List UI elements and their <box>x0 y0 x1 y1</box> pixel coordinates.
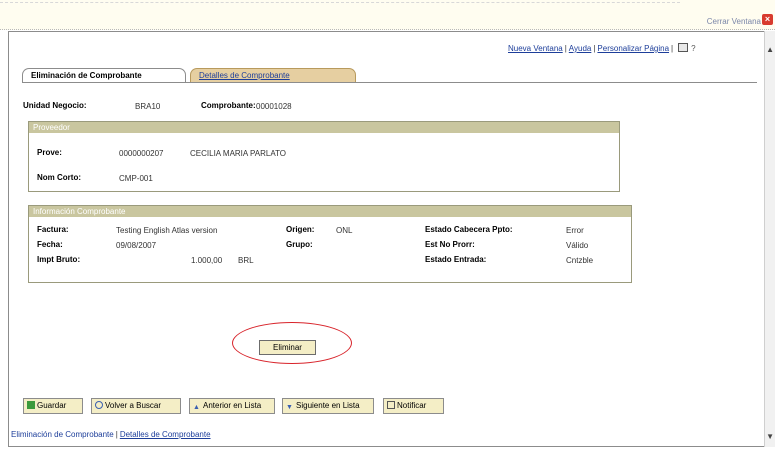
previous-in-list-label: Anterior en Lista <box>203 401 262 410</box>
close-icon[interactable]: × <box>762 14 773 25</box>
date-value: 09/08/2007 <box>116 241 157 250</box>
back-to-search-label: Volver a Buscar <box>105 401 162 410</box>
save-icon <box>27 401 35 409</box>
invoice-label: Factura: <box>37 225 69 234</box>
entry-status-value: Cntzble <box>566 256 594 265</box>
scroll-down-arrow-icon[interactable]: ▼ <box>766 432 774 441</box>
budget-header-status-value: Error <box>566 226 584 235</box>
scroll-up-arrow-icon[interactable]: ▲ <box>766 45 774 54</box>
provider-group-title: Proveedor <box>29 122 619 133</box>
provider-label: Prove: <box>37 148 62 157</box>
origin-value: ONL <box>336 226 353 235</box>
save-button[interactable]: Guardar <box>23 398 83 414</box>
provider-group: Proveedor <box>28 121 620 192</box>
origin-label: Origen: <box>286 225 315 234</box>
previous-in-list-button[interactable]: ▲ Anterior en Lista <box>189 398 275 414</box>
window-topbar: Cerrar Ventana × <box>0 0 775 30</box>
business-unit-label: Unidad Negocio: <box>23 101 87 110</box>
footer-voucher-details-link[interactable]: Detalles de Comprobante <box>120 430 211 439</box>
no-prorate-status-value: Válido <box>566 241 589 250</box>
provider-name: CECILIA MARIA PARLATO <box>190 149 287 158</box>
next-in-list-button[interactable]: ▼ Siguiente en Lista <box>282 398 374 414</box>
help-icon[interactable]: ? <box>691 44 697 53</box>
notify-icon <box>387 401 395 409</box>
tab-voucher-details[interactable]: Detalles de Comprobante <box>190 68 356 83</box>
group-label: Grupo: <box>286 240 313 249</box>
print-icon[interactable] <box>678 43 689 52</box>
voucher-label: Comprobante: <box>201 101 256 110</box>
provider-id: 0000000207 <box>119 149 164 158</box>
new-window-link[interactable]: Nueva Ventana <box>508 44 563 53</box>
no-prorate-status-label: Est No Prorr: <box>425 240 475 249</box>
footer-current-page: Eliminación de Comprobante <box>11 430 114 439</box>
gross-amount-value: 1.000,00 <box>191 256 223 265</box>
tab-underline <box>22 82 757 83</box>
browser-window: Cerrar Ventana × ▲ ▼ Nueva Ventana | Ayuda… <box>0 0 775 454</box>
separator: | <box>671 44 674 53</box>
next-in-list-label: Siguiente en Lista <box>296 401 360 410</box>
entry-status-label: Estado Entrada: <box>425 255 487 264</box>
help-link[interactable]: Ayuda <box>569 44 592 53</box>
top-links: Nueva Ventana | Ayuda | Personalizar Página |… <box>508 43 697 53</box>
notify-button[interactable]: Notificar <box>383 398 444 414</box>
arrow-down-icon: ▼ <box>286 404 293 411</box>
tab-delete-voucher[interactable]: Eliminación de Comprobante <box>22 68 186 83</box>
notify-label: Notificar <box>397 401 427 410</box>
arrow-up-icon: ▲ <box>193 404 200 411</box>
footer-links: Eliminación de Comprobante | Detalles de C… <box>11 430 211 439</box>
invoice-value: Testing English Atlas version <box>116 226 218 235</box>
budget-header-status-label: Estado Cabecera Ppto: <box>425 225 513 234</box>
date-label: Fecha: <box>37 240 63 249</box>
currency-value: BRL <box>238 256 254 265</box>
voucher-info-title: Información Comprobante <box>29 206 631 217</box>
gross-amount-label: Impt Bruto: <box>37 255 81 264</box>
voucher-value: 00001028 <box>256 102 292 111</box>
business-unit-value: BRA10 <box>135 102 161 111</box>
close-window-link[interactable]: Cerrar Ventana <box>707 17 761 26</box>
save-label: Guardar <box>37 401 67 410</box>
divider <box>0 2 680 3</box>
short-name-label: Nom Corto: <box>37 173 81 182</box>
vertical-scrollbar[interactable] <box>764 31 775 447</box>
back-to-search-button[interactable]: Volver a Buscar <box>91 398 181 414</box>
short-name-value: CMP-001 <box>119 174 153 183</box>
delete-button[interactable]: Eliminar <box>259 340 316 355</box>
personalize-page-link[interactable]: Personalizar Página <box>597 44 669 53</box>
search-icon <box>95 401 103 409</box>
